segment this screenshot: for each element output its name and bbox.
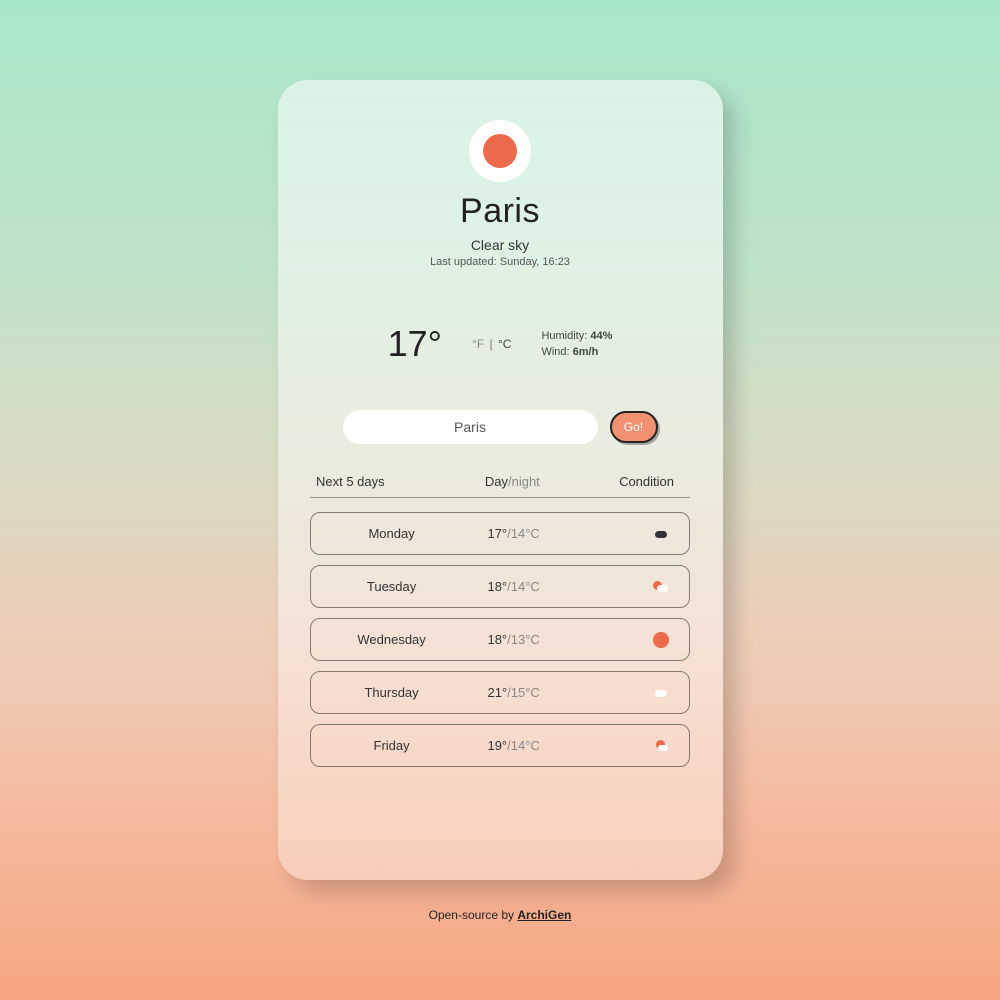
header-condition: Condition [570, 474, 684, 489]
current-weather-icon-wrap [469, 120, 531, 182]
header-next5: Next 5 days [316, 474, 455, 489]
forecast-temp: 17°/14°C [458, 526, 569, 541]
current-temp: 17° [388, 323, 442, 365]
current-metrics: 17° °F | °C Humidity: 44% Wind: 6m/h [308, 323, 693, 365]
condition-text: Clear sky [471, 237, 529, 253]
forecast-list: Monday17°/14°CTuesday18°/14°CWednesday18… [310, 512, 690, 777]
go-button[interactable]: Go! [610, 411, 658, 443]
last-updated: Last updated: Sunday, 16:23 [430, 256, 570, 268]
unit-c[interactable]: °C [498, 337, 511, 351]
footer-link[interactable]: ArchiGen [517, 908, 571, 922]
forecast-row: Tuesday18°/14°C [310, 565, 690, 608]
wind-value: 6m/h [573, 346, 599, 358]
forecast-headers: Next 5 days Day/night Condition [310, 474, 690, 489]
pcloud-icon [653, 579, 669, 595]
weather-card: Paris Clear sky Last updated: Sunday, 16… [278, 80, 723, 880]
header-daynight: Day/night [455, 474, 570, 489]
forecast-temp: 21°/15°C [458, 685, 569, 700]
forecast-temp: 18°/14°C [458, 579, 569, 594]
dark-icon [653, 526, 669, 542]
forecast-row: Thursday21°/15°C [310, 671, 690, 714]
cloud-icon [653, 685, 669, 701]
forecast-day: Thursday [325, 685, 458, 700]
forecast-row: Wednesday18°/13°C [310, 618, 690, 661]
sun-icon [653, 632, 669, 648]
city-search-input[interactable] [343, 410, 598, 444]
humidity-value: 44% [590, 330, 612, 342]
updated-prefix: Last updated: [430, 256, 500, 268]
wind-label: Wind: [541, 346, 572, 358]
footer: Open-source by ArchiGen [429, 908, 572, 922]
forecast-temp: 19°/14°C [458, 738, 569, 753]
forecast-day: Wednesday [325, 632, 458, 647]
forecast-row: Friday19°/14°C [310, 724, 690, 767]
forecast-day: Friday [325, 738, 458, 753]
unit-toggle[interactable]: °F | °C [472, 337, 511, 351]
sun-icon [483, 134, 517, 168]
unit-f[interactable]: °F [472, 337, 484, 351]
forecast-temp: 18°/13°C [458, 632, 569, 647]
footer-text: Open-source by [429, 908, 518, 922]
humidity-label: Humidity: [541, 330, 590, 342]
city-name: Paris [460, 192, 540, 231]
forecast-day: Monday [325, 526, 458, 541]
humidity-wind: Humidity: 44% Wind: 6m/h [541, 328, 612, 361]
rain-icon [653, 738, 669, 754]
divider [310, 497, 690, 498]
search-row: Go! [343, 410, 658, 444]
updated-value: Sunday, 16:23 [500, 256, 570, 268]
forecast-day: Tuesday [325, 579, 458, 594]
forecast-row: Monday17°/14°C [310, 512, 690, 555]
